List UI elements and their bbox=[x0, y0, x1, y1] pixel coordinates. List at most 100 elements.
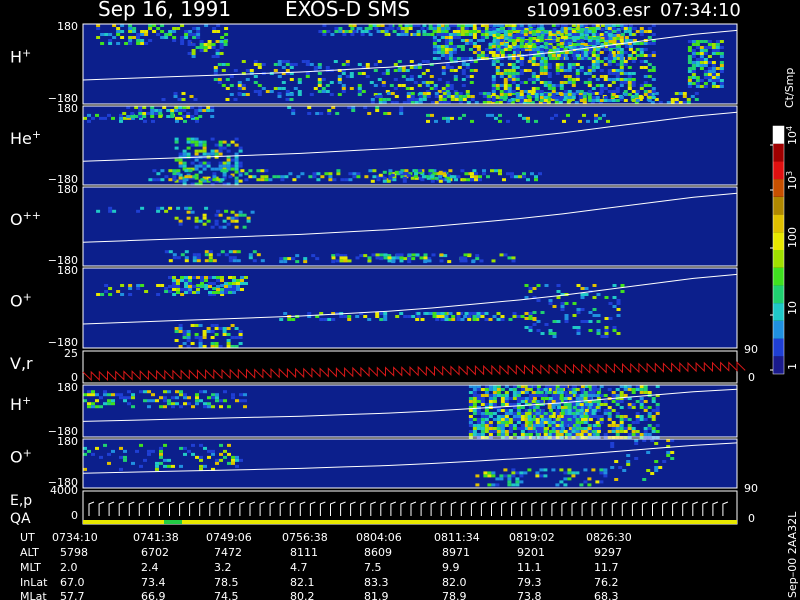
heat-cell bbox=[210, 225, 215, 229]
heat-cell bbox=[623, 60, 628, 63]
heat-cell bbox=[423, 253, 428, 257]
heat-cell bbox=[567, 27, 572, 30]
heat-cell bbox=[583, 480, 588, 484]
heat-cell bbox=[234, 161, 239, 165]
heat-cell bbox=[393, 78, 398, 81]
heat-cell bbox=[285, 90, 290, 93]
heat-cell bbox=[607, 57, 612, 60]
heat-cell bbox=[551, 406, 556, 409]
heat-cell bbox=[412, 33, 417, 36]
heat-cell bbox=[277, 95, 282, 98]
heat-cell bbox=[507, 48, 512, 51]
heat-cell bbox=[107, 452, 111, 456]
ephem-value: 78.5 bbox=[214, 576, 239, 589]
ephem-value: 6702 bbox=[141, 546, 169, 559]
heat-cell bbox=[575, 72, 580, 75]
heat-cell bbox=[172, 30, 177, 33]
heat-cell bbox=[583, 415, 588, 418]
heat-cell bbox=[236, 250, 241, 254]
heat-cell bbox=[616, 332, 621, 335]
heat-cell bbox=[571, 93, 576, 96]
heat-cell bbox=[426, 113, 430, 117]
heat-cell bbox=[168, 285, 172, 288]
heat-cell bbox=[219, 443, 223, 447]
heat-cell bbox=[291, 109, 296, 112]
heat-cell bbox=[614, 478, 619, 481]
heat-cell bbox=[119, 467, 123, 471]
heat-cell bbox=[449, 84, 454, 87]
heat-cell bbox=[528, 317, 533, 320]
heat-cell bbox=[559, 397, 564, 400]
heat-cell bbox=[440, 33, 445, 36]
heat-cell bbox=[527, 60, 532, 63]
heat-cell bbox=[281, 66, 286, 69]
heat-cell bbox=[222, 219, 227, 223]
heat-cell bbox=[556, 290, 561, 293]
heat-cell bbox=[451, 315, 456, 318]
heat-cell bbox=[444, 39, 449, 42]
heat-cell bbox=[536, 284, 541, 287]
heat-cell bbox=[191, 52, 196, 55]
heat-cell bbox=[464, 312, 469, 315]
heat-cell bbox=[515, 57, 520, 60]
heat-cell bbox=[480, 39, 485, 42]
heat-cell bbox=[240, 279, 244, 282]
heat-cell bbox=[519, 480, 524, 484]
heat-cell bbox=[547, 66, 552, 69]
heat-cell bbox=[277, 75, 282, 78]
heat-cell bbox=[643, 433, 648, 436]
heat-cell bbox=[331, 256, 336, 260]
heat-cell bbox=[329, 81, 334, 84]
heat-cell bbox=[571, 78, 576, 81]
heat-cell bbox=[194, 140, 199, 144]
heat-cell bbox=[182, 336, 187, 339]
heat-cell bbox=[214, 327, 219, 330]
heat-cell bbox=[307, 312, 312, 315]
heat-cell bbox=[488, 412, 493, 415]
heat-cell bbox=[563, 430, 568, 433]
heat-cell bbox=[535, 33, 540, 36]
heat-cell bbox=[604, 335, 609, 338]
heat-cell bbox=[547, 418, 552, 421]
heat-cell bbox=[691, 76, 696, 79]
heat-cell bbox=[277, 60, 282, 63]
heat-cell bbox=[599, 75, 604, 78]
heat-cell bbox=[591, 430, 596, 433]
heat-cell bbox=[143, 390, 147, 394]
heat-cell bbox=[695, 58, 700, 61]
heat-cell bbox=[515, 39, 520, 42]
heat-cell bbox=[400, 33, 405, 36]
heat-cell bbox=[500, 400, 505, 403]
heat-cell bbox=[592, 424, 597, 427]
heat-cell bbox=[409, 66, 414, 69]
heat-cell bbox=[587, 30, 592, 33]
heat-cell bbox=[148, 39, 153, 42]
heat-cell bbox=[422, 30, 427, 33]
heat-cell bbox=[699, 40, 704, 43]
heat-cell bbox=[347, 318, 352, 321]
heat-cell bbox=[611, 409, 616, 412]
heat-cell bbox=[321, 87, 326, 90]
heat-cell bbox=[367, 318, 372, 321]
heat-cell bbox=[260, 175, 265, 179]
heat-cell bbox=[531, 400, 536, 403]
heat-cell bbox=[222, 225, 227, 229]
heat-cell bbox=[186, 137, 191, 141]
heat-cell bbox=[643, 75, 648, 78]
heat-cell bbox=[536, 424, 541, 427]
heat-cell bbox=[571, 433, 576, 436]
heat-cell bbox=[507, 33, 512, 36]
heat-cell bbox=[715, 85, 720, 88]
heat-cell bbox=[472, 27, 477, 30]
heat-cell bbox=[418, 169, 422, 173]
heat-cell bbox=[591, 30, 596, 33]
heat-cell bbox=[272, 175, 277, 179]
heat-cell bbox=[615, 415, 620, 418]
heat-cell bbox=[491, 63, 496, 66]
heat-cell bbox=[496, 421, 501, 424]
spectrogram-chart: Sep 16, 1991 EXOS-D SMS s1091603.esr 07:… bbox=[10, 0, 799, 600]
heat-cell bbox=[519, 81, 524, 84]
heat-cell bbox=[283, 260, 288, 264]
heat-cell bbox=[539, 93, 544, 96]
heat-cell bbox=[438, 175, 442, 179]
